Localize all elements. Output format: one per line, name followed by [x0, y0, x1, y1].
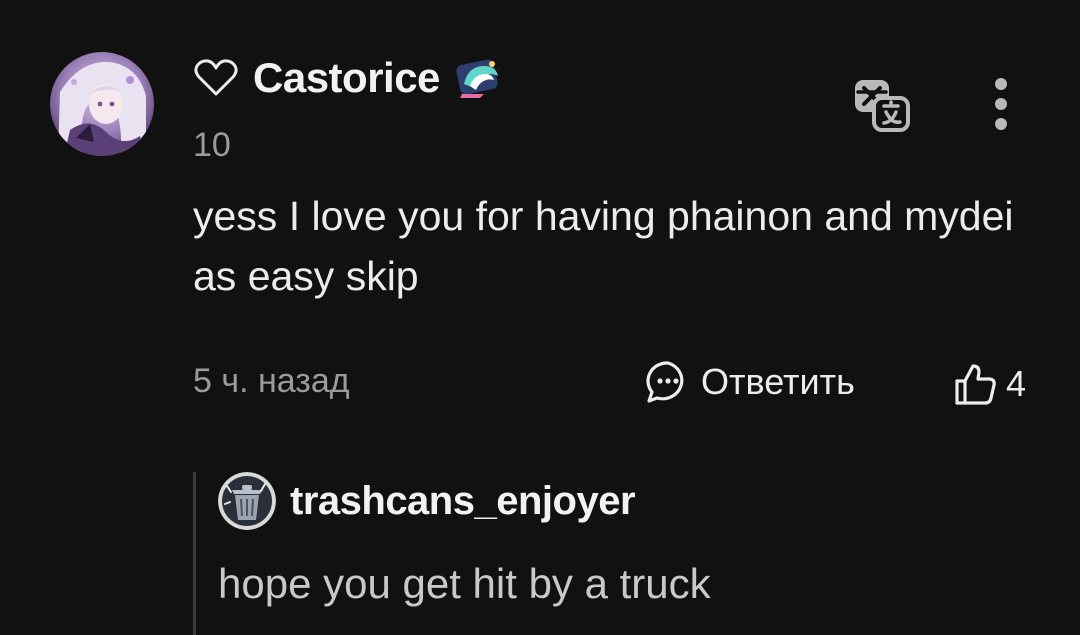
anime-character-avatar-icon — [50, 52, 154, 156]
comment-text: yess I love you for having phainon and m… — [193, 193, 1014, 299]
more-vertical-icon — [995, 78, 1007, 130]
reply-thread-line — [193, 472, 196, 635]
translate-button[interactable] — [852, 76, 912, 134]
more-options-button[interactable] — [984, 76, 1018, 136]
user-level: 10 — [193, 126, 231, 164]
reply-text: hope you get hit by a truck — [218, 560, 711, 607]
heart-icon[interactable] — [193, 58, 239, 98]
translate-icon — [855, 80, 910, 132]
comment-header: Castorice — [193, 52, 502, 104]
reply-username[interactable]: trashcans_enjoyer — [290, 479, 636, 524]
winged-badge-icon — [456, 59, 498, 98]
avatar[interactable] — [50, 52, 154, 156]
reply-avatar[interactable] — [218, 472, 276, 530]
like-count: 4 — [1006, 363, 1027, 404]
reply-header: trashcans_enjoyer — [218, 470, 636, 532]
like-button[interactable]: 4 — [952, 358, 1026, 410]
reply-button[interactable]: Ответить — [645, 356, 855, 408]
reply-label: Ответить — [701, 361, 855, 402]
speech-bubble-icon — [646, 361, 684, 403]
comment-timestamp: 5 ч. назад — [193, 362, 350, 400]
username[interactable]: Castorice — [253, 54, 440, 102]
thumbs-up-icon — [955, 364, 996, 405]
trashcan-avatar-icon — [218, 472, 276, 530]
